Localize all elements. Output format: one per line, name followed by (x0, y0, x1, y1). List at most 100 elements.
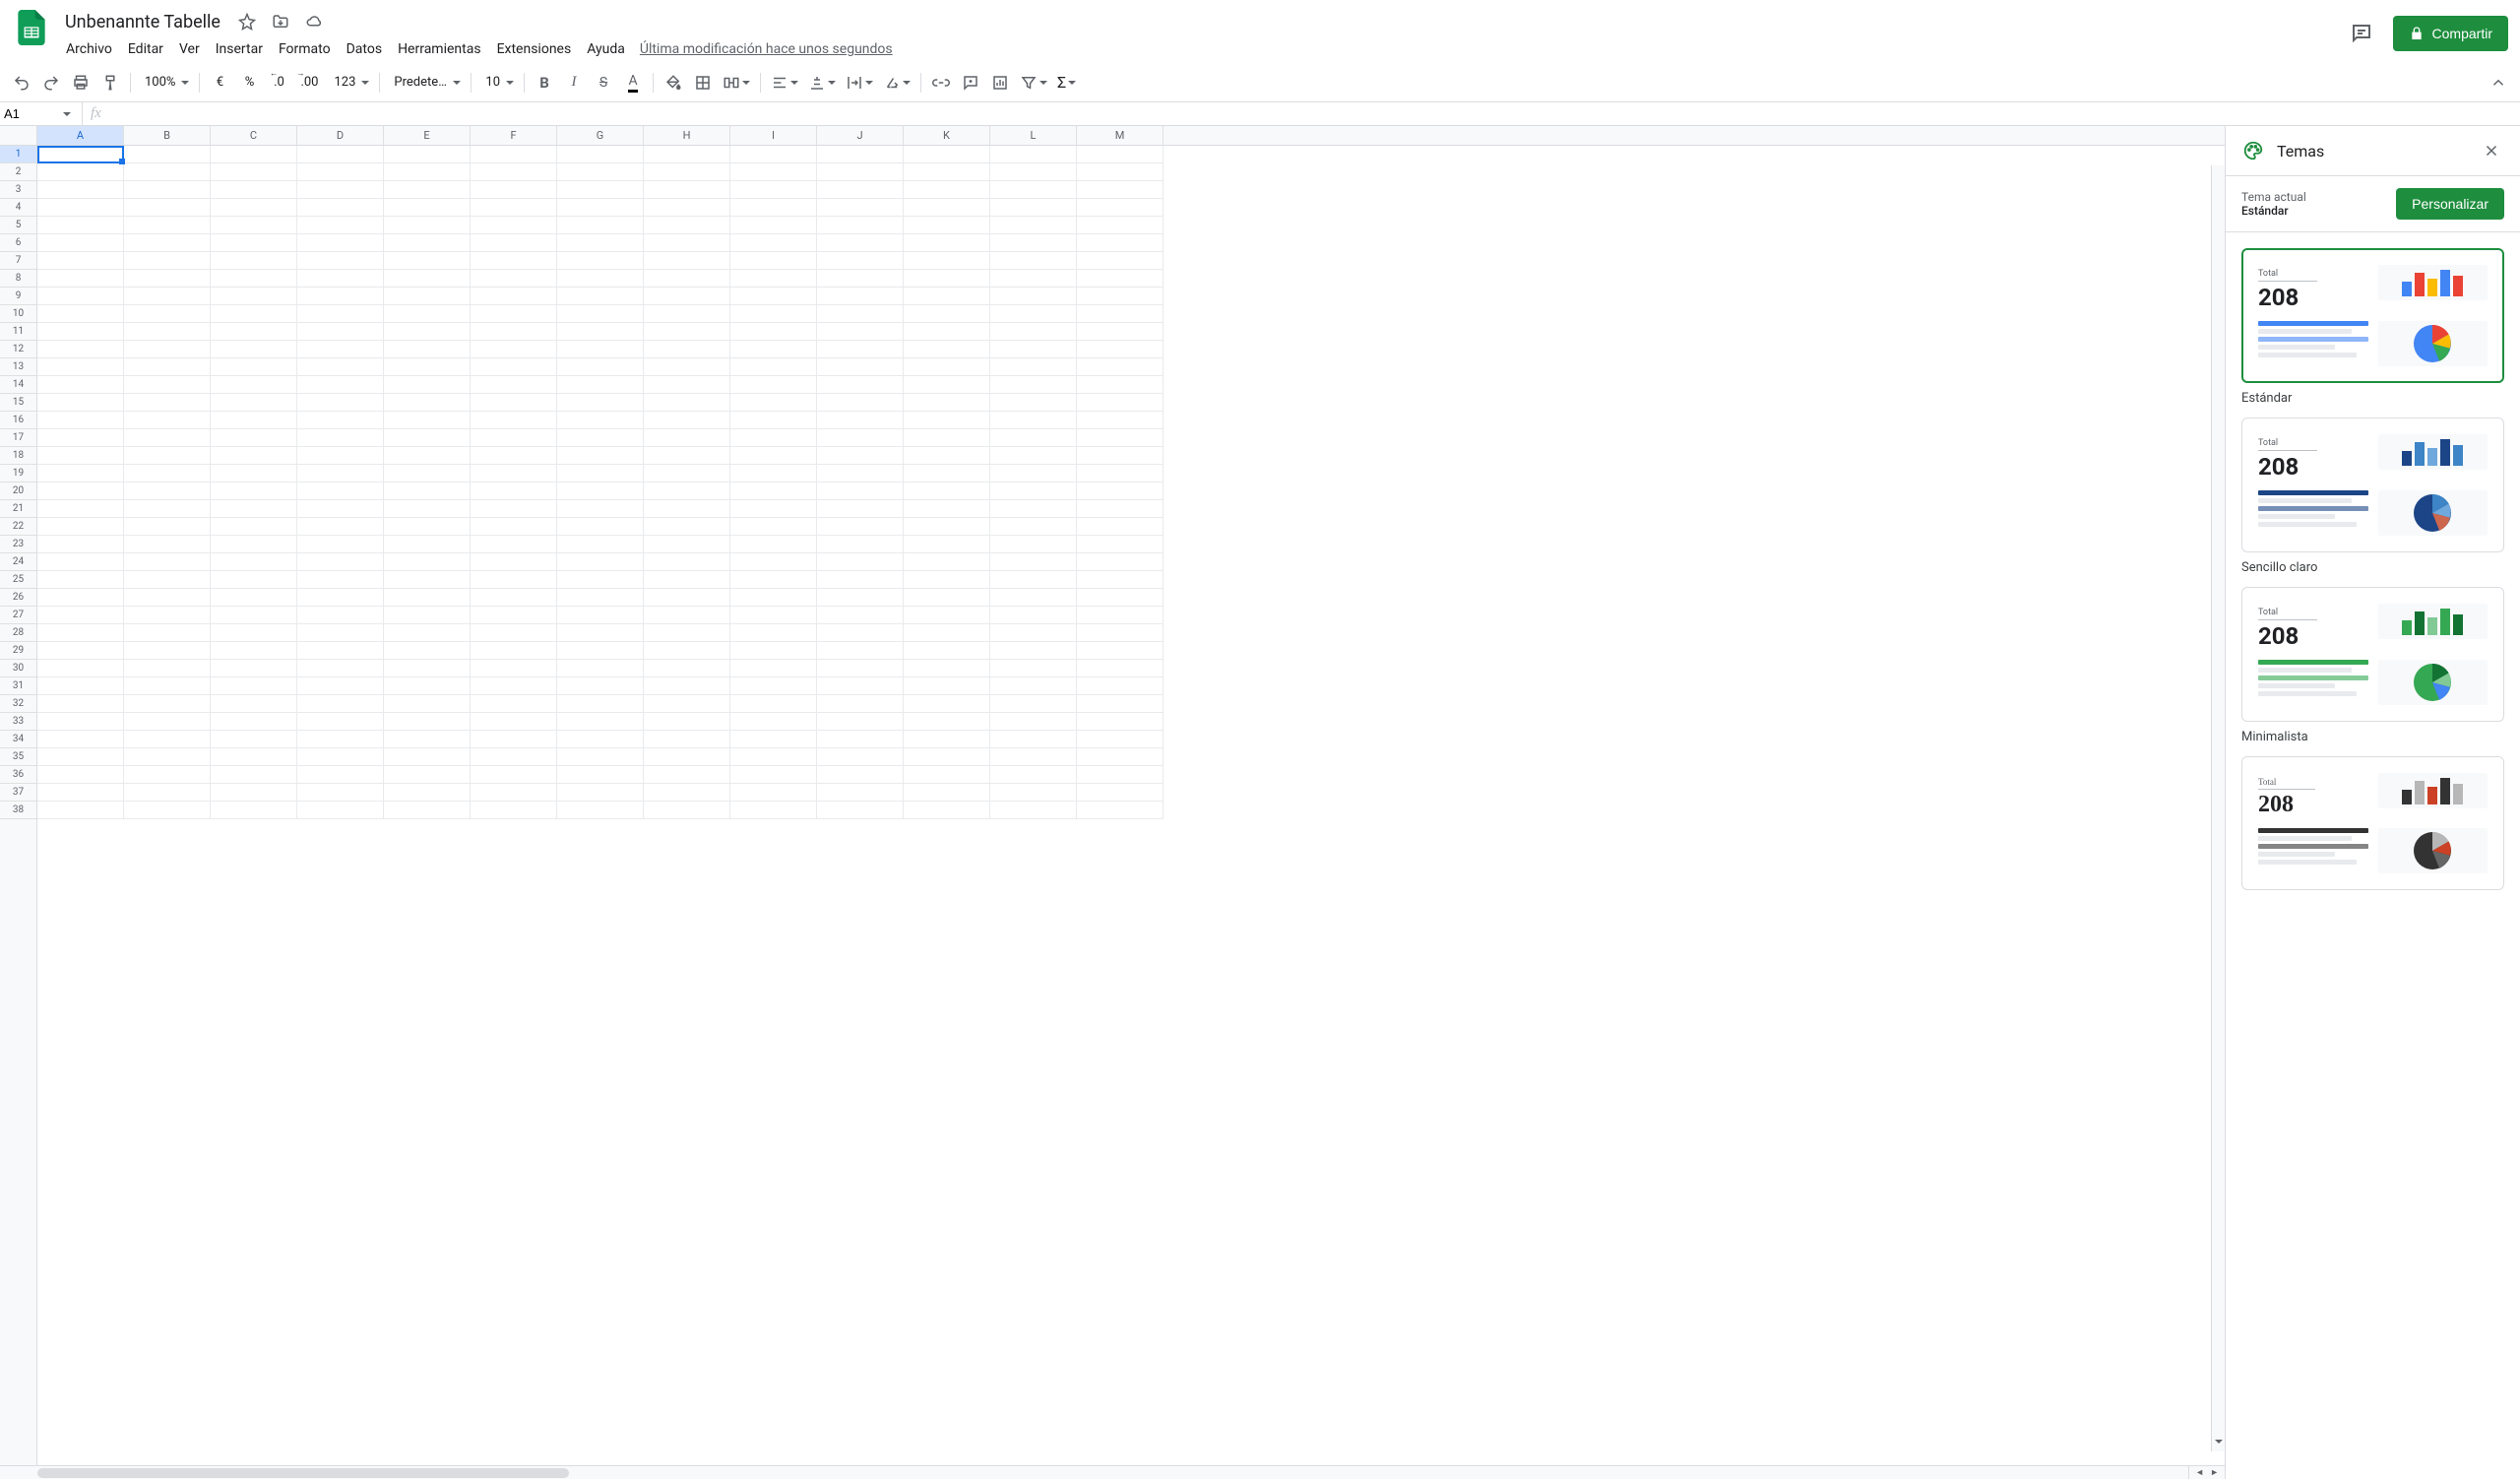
cell[interactable] (384, 234, 471, 252)
undo-icon[interactable] (8, 69, 35, 96)
cell[interactable] (644, 500, 730, 518)
cell[interactable] (557, 163, 644, 181)
row-header[interactable]: 6 (0, 234, 36, 252)
cell[interactable] (384, 677, 471, 695)
cell[interactable] (817, 288, 904, 305)
row-header[interactable]: 15 (0, 394, 36, 412)
cell[interactable] (37, 695, 124, 713)
fill-color-button[interactable] (660, 69, 687, 96)
cell[interactable] (1077, 677, 1164, 695)
cell[interactable] (644, 660, 730, 677)
cell[interactable] (644, 695, 730, 713)
cell[interactable] (37, 766, 124, 784)
row-header[interactable]: 25 (0, 571, 36, 589)
cell[interactable] (471, 252, 557, 270)
cell[interactable] (730, 802, 817, 819)
cell[interactable] (904, 376, 990, 394)
column-header[interactable]: H (644, 126, 730, 145)
cell[interactable] (124, 660, 211, 677)
cell[interactable] (817, 482, 904, 500)
cell[interactable] (124, 589, 211, 607)
cell[interactable] (730, 482, 817, 500)
cell[interactable] (471, 500, 557, 518)
row-header[interactable]: 38 (0, 802, 36, 819)
cell[interactable] (557, 394, 644, 412)
merge-cells-dropdown[interactable] (719, 69, 754, 96)
cell[interactable] (471, 571, 557, 589)
cell[interactable] (990, 429, 1077, 447)
cell[interactable] (644, 677, 730, 695)
functions-dropdown[interactable]: Σ (1053, 69, 1080, 96)
cell[interactable] (904, 465, 990, 482)
cell[interactable] (990, 394, 1077, 412)
cell[interactable] (817, 305, 904, 323)
cell[interactable] (384, 288, 471, 305)
text-color-button[interactable]: A (619, 69, 647, 96)
cell[interactable] (817, 642, 904, 660)
cell[interactable] (211, 217, 297, 234)
cell[interactable] (124, 447, 211, 465)
cell[interactable] (211, 553, 297, 571)
select-all-corner[interactable] (0, 126, 37, 145)
cell[interactable] (730, 394, 817, 412)
cell[interactable] (990, 482, 1077, 500)
cell[interactable] (471, 429, 557, 447)
row-header[interactable]: 3 (0, 181, 36, 199)
row-header[interactable]: 13 (0, 358, 36, 376)
cell[interactable] (297, 217, 384, 234)
currency-button[interactable]: € (206, 69, 233, 96)
cell[interactable] (297, 518, 384, 536)
cell[interactable] (817, 394, 904, 412)
cell[interactable] (124, 429, 211, 447)
cell[interactable] (730, 624, 817, 642)
cell[interactable] (384, 518, 471, 536)
cell[interactable] (904, 394, 990, 412)
cell[interactable] (817, 234, 904, 252)
font-family-dropdown[interactable]: Predetermi... (386, 69, 465, 96)
cell[interactable] (557, 518, 644, 536)
cell[interactable] (730, 518, 817, 536)
cell[interactable] (817, 571, 904, 589)
filter-dropdown[interactable] (1016, 69, 1051, 96)
cell[interactable] (990, 252, 1077, 270)
cell[interactable] (384, 163, 471, 181)
cell[interactable] (471, 589, 557, 607)
column-header[interactable]: A (37, 126, 124, 145)
number-format-dropdown[interactable]: 123 (327, 69, 374, 96)
cell[interactable] (557, 305, 644, 323)
cell[interactable] (990, 536, 1077, 553)
cell[interactable] (297, 500, 384, 518)
cell[interactable] (730, 607, 817, 624)
cell[interactable] (471, 412, 557, 429)
cell[interactable] (297, 766, 384, 784)
cell[interactable] (644, 482, 730, 500)
cell[interactable] (384, 713, 471, 731)
cell[interactable] (817, 341, 904, 358)
cell[interactable] (1077, 270, 1164, 288)
cell[interactable] (730, 199, 817, 217)
row-header[interactable]: 36 (0, 766, 36, 784)
cell[interactable] (817, 695, 904, 713)
cell[interactable] (297, 376, 384, 394)
cell[interactable] (730, 642, 817, 660)
cell[interactable] (37, 482, 124, 500)
cell[interactable] (990, 518, 1077, 536)
cell[interactable] (211, 660, 297, 677)
row-header[interactable]: 32 (0, 695, 36, 713)
cell[interactable] (384, 482, 471, 500)
cell[interactable] (124, 252, 211, 270)
row-header[interactable]: 20 (0, 482, 36, 500)
row-header[interactable]: 1 (0, 146, 36, 163)
move-icon[interactable] (268, 9, 293, 34)
cell[interactable] (471, 624, 557, 642)
cell[interactable] (1077, 146, 1164, 163)
cell[interactable] (557, 802, 644, 819)
cell[interactable] (471, 766, 557, 784)
cell[interactable] (471, 394, 557, 412)
cell[interactable] (817, 553, 904, 571)
cell[interactable] (644, 288, 730, 305)
cell[interactable] (297, 784, 384, 802)
cell[interactable] (297, 748, 384, 766)
cell[interactable] (211, 252, 297, 270)
cell[interactable] (644, 642, 730, 660)
